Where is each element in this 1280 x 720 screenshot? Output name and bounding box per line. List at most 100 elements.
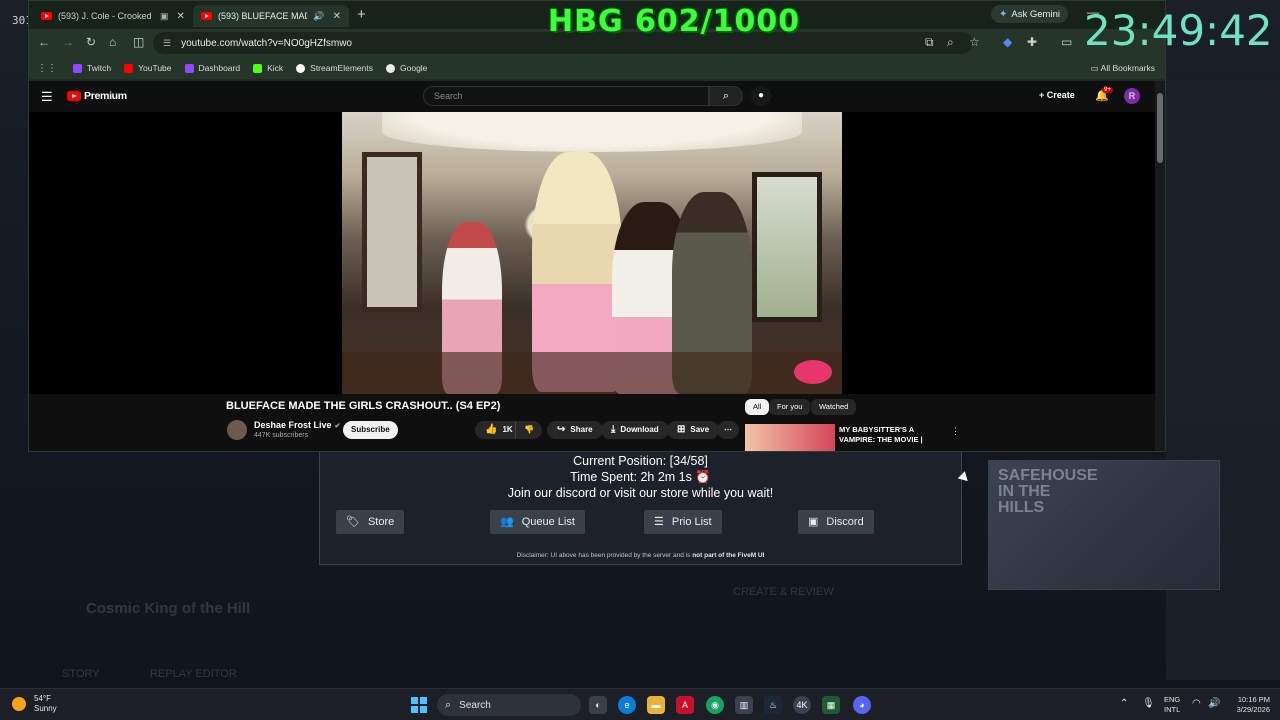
system-clock[interactable]: 10:16 PM 3/29/2026 [1226,695,1270,715]
create-button[interactable]: + Create [1039,90,1075,100]
extensions-icon[interactable]: ✚ [1027,35,1037,49]
sidebar-icon[interactable]: ▭ [1061,35,1072,49]
bg-server-title: Cosmic King of the Hill [86,600,251,617]
close-tab-icon[interactable]: ✕ [177,11,185,22]
task-view-icon[interactable]: ◐ [589,696,607,714]
share-button[interactable]: ↪ Share [547,421,603,439]
extension-shield-icon[interactable]: ◆ [1003,35,1012,49]
recommended-more-icon[interactable]: ⋮ [951,426,960,437]
account-avatar[interactable]: R [1124,88,1140,104]
audio-icon[interactable]: 🔊 [313,11,324,22]
home-icon[interactable]: ⌂ [109,35,116,49]
store-button[interactable]: 🏷 Store [336,510,405,534]
recommended-title[interactable]: MY BABYSITTER'S A VAMPIRE: THE MOVIE | O… [839,425,949,445]
save-icon: ⊞ [677,424,686,435]
reload-icon[interactable]: ↻ [86,35,96,49]
bookmark-streamelements[interactable]: StreamElements [296,63,373,73]
url-text: youtube.com/watch?v=NO0gHZfsmwo [181,37,352,49]
input-language[interactable]: ENG INTL [1164,695,1180,715]
clock-time: 10:16 PM [1237,695,1270,704]
queue-list-button[interactable]: 👥 Queue List [490,510,585,534]
like-button[interactable]: 👍 1K [475,421,519,439]
clock-date: 3/29/2026 [1236,705,1270,714]
bookmarks-bar: ⋮⋮ Twitch YouTube Dashboard Kick StreamE… [29,57,1165,79]
like-count: 1K [502,425,513,434]
4k-app-icon[interactable]: 4K [793,696,811,714]
scrollbar-thumb[interactable] [1157,93,1163,163]
taskbar-search[interactable]: ⌕ Search [437,694,581,716]
zoom-icon[interactable]: ⌕ [947,35,954,50]
steam-icon[interactable]: ♨ [764,696,782,714]
xbox-app-icon[interactable]: ▦ [822,696,840,714]
lang-layout: INTL [1164,705,1181,714]
tray-overflow-icon[interactable]: ⌃ [1120,698,1128,709]
tab-blueface[interactable]: (593) BLUEFACE MADE THE 🔊 ✕ [193,5,349,27]
all-bookmarks[interactable]: ▭ All Bookmarks [1091,63,1155,74]
site-info-icon[interactable]: ☰ [163,38,171,49]
bookmark-twitch[interactable]: Twitch [73,63,111,73]
new-tab-icon[interactable]: + [357,6,366,23]
tab-title: (593) J. Cole - Crooked Sma [58,11,154,21]
store-label: Store [367,516,395,528]
download-button[interactable]: ⤓ Download [601,421,669,439]
bookmark-star-icon[interactable]: ☆ [969,35,980,49]
share-icon: ↪ [557,424,566,435]
microphone-tray-icon[interactable]: 🎙 [1142,698,1155,709]
ask-gemini-button[interactable]: ✦ Ask Gemini [991,5,1068,23]
bookmark-kick[interactable]: Kick [253,63,283,73]
more-actions-button[interactable]: ⋯ [717,421,739,439]
discord-taskbar-icon[interactable]: ◕ [853,696,871,714]
tab-jcole[interactable]: (593) J. Cole - Crooked Sma ▣ ✕ [33,5,195,27]
weather-widget[interactable]: 54°F Sunny [12,694,57,714]
prio-list-label: Prio List [671,516,712,528]
channel-name-text: Deshae Frost Live [254,420,332,430]
page-scrollbar[interactable] [1155,81,1165,451]
app-icon[interactable]: ▥ [735,696,753,714]
video-player[interactable] [29,112,1157,394]
start-button[interactable] [411,697,427,713]
discord-icon: ▣ [808,516,819,528]
chrome-icon[interactable]: ◉ [706,696,724,714]
adobe-icon[interactable]: A [676,696,694,714]
youtube-logo[interactable]: Premium [67,90,127,102]
bookmark-label: YouTube [138,63,172,73]
channel-name[interactable]: Deshae Frost Live ✔ [254,420,340,430]
apps-grid-icon[interactable]: ⋮⋮ [37,63,57,74]
thumbs-down-icon: 👎 [524,425,534,434]
bookmark-dashboard[interactable]: Dashboard [184,63,240,73]
filter-chip-all[interactable]: All [745,399,770,415]
create-label: Create [1046,90,1075,100]
bookmark-youtube[interactable]: YouTube [124,63,172,73]
hbg-counter: HBG 602/1000 [548,4,801,39]
wifi-icon[interactable]: ◠ [1192,698,1201,709]
menu-icon[interactable]: ☰ [41,89,53,105]
edge-icon[interactable]: e [618,696,636,714]
channel-avatar[interactable] [227,420,247,440]
discord-button[interactable]: ▣ Discord [798,510,874,534]
microphone-icon[interactable]: ● [751,86,771,106]
thumbs-up-icon: 👍 [485,424,498,435]
back-icon[interactable]: ← [38,35,50,49]
subscribe-button[interactable]: Subscribe [343,421,398,439]
file-explorer-icon[interactable]: ▬ [647,696,665,714]
ask-gemini-label: Ask Gemini [1011,8,1060,20]
search-icon[interactable]: ⌕ [709,86,743,106]
video-frame[interactable] [342,112,842,394]
prio-list-button[interactable]: ☰ Prio List [644,510,722,534]
close-tab-icon[interactable]: ✕ [333,11,341,22]
split-view-icon[interactable]: ◫ [133,35,144,49]
install-icon[interactable]: ⧉ [925,35,934,50]
recommended-thumbnail[interactable] [745,424,835,451]
dislike-button[interactable]: 👎 [515,421,542,439]
youtube-favicon-icon [201,12,212,20]
gemini-spark-icon: ✦ [999,8,1008,20]
youtube-search-input[interactable]: Search [423,86,709,106]
save-button[interactable]: ⊞ Save [667,421,720,439]
forward-icon[interactable]: → [62,35,74,49]
fivem-side-panel [1166,80,1280,680]
volume-icon[interactable]: 🔊 [1208,698,1220,709]
filter-chip-for-you[interactable]: For you [769,399,811,415]
filter-chip-watched[interactable]: Watched [811,399,857,415]
bookmark-google[interactable]: Google [386,63,427,73]
overlay-clock: 23:49:42 [1084,6,1273,55]
